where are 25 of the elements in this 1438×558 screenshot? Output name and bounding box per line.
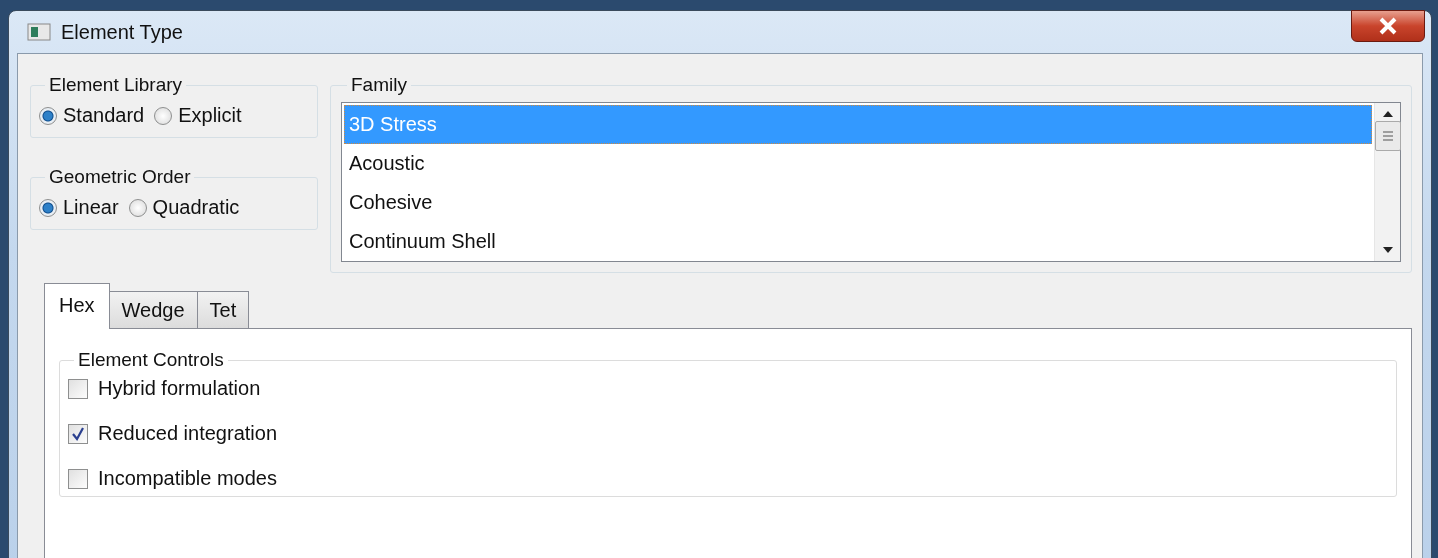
radio-label: Standard — [63, 104, 145, 127]
checkbox-label: Incompatible modes — [98, 467, 277, 490]
radio-option[interactable]: Quadratic — [128, 196, 240, 219]
group-title: Family — [350, 74, 408, 96]
checkbox-label: Reduced integration — [98, 422, 277, 445]
radio-label: Linear — [63, 196, 119, 219]
group-title: Element Controls — [77, 349, 225, 371]
checkbox-option[interactable]: Incompatible modes — [68, 467, 1388, 490]
tab[interactable]: Hex — [44, 283, 110, 329]
radio-label: Explicit — [178, 104, 242, 127]
radio-option[interactable]: Linear — [39, 196, 119, 219]
group-title: Geometric Order — [48, 166, 192, 188]
radio-option[interactable]: Standard — [39, 104, 145, 127]
tab[interactable]: Wedge — [108, 291, 198, 329]
list-item[interactable]: Cohesive — [344, 183, 1372, 222]
group-title: Element Library — [48, 74, 184, 96]
list-item[interactable]: Continuum Shell — [344, 222, 1372, 261]
window-title: Element Type — [61, 20, 183, 44]
checkbox-label: Hybrid formulation — [98, 377, 261, 400]
checkbox-option[interactable]: Reduced integration — [68, 422, 1388, 445]
list-item[interactable]: Acoustic — [344, 144, 1372, 183]
radio-label: Quadratic — [152, 196, 240, 219]
checkbox-option[interactable]: Hybrid formulation — [68, 377, 1388, 400]
radio-option[interactable]: Explicit — [154, 104, 242, 127]
tab[interactable]: Tet — [196, 291, 250, 329]
